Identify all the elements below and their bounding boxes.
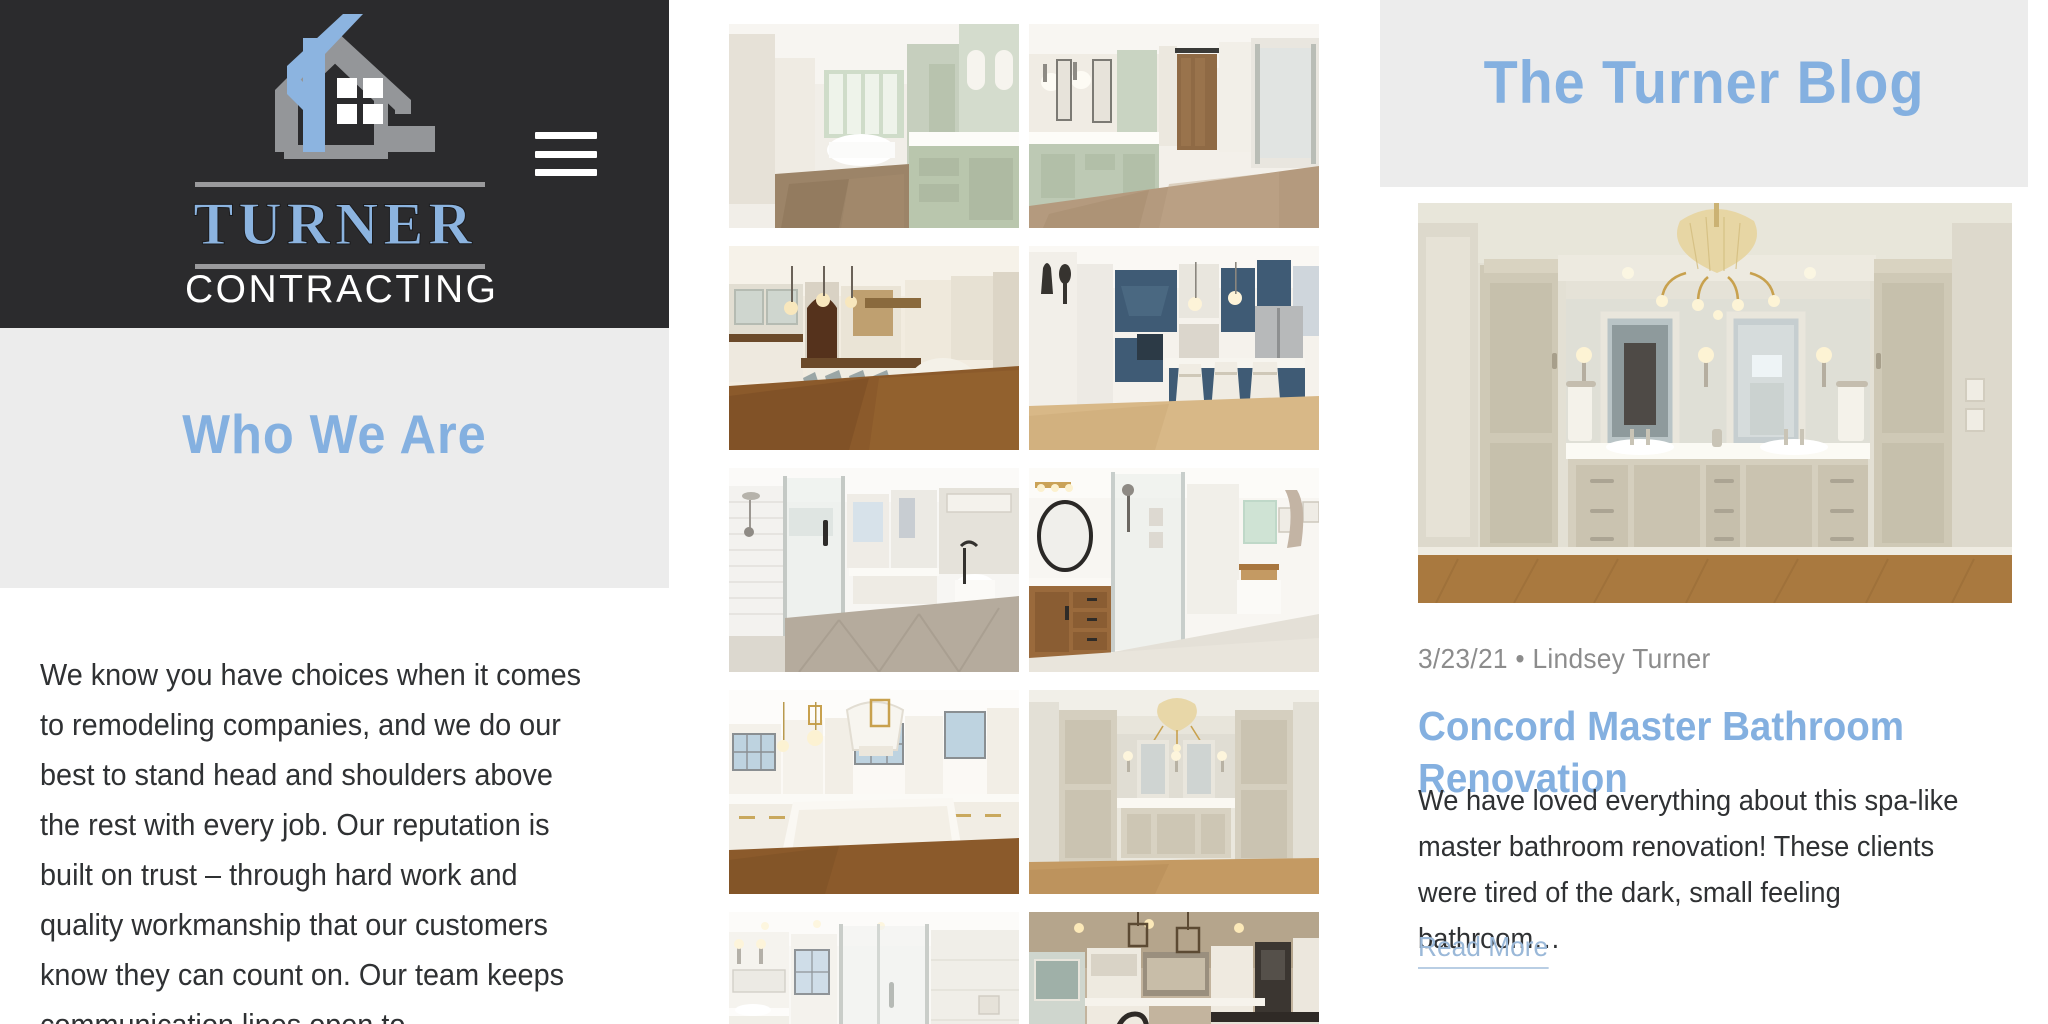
photo-bathroom-wood-vanity bbox=[1029, 468, 1319, 672]
blog-section-title: The Turner Blog bbox=[1483, 49, 1925, 116]
photo-bathroom-white-shower bbox=[729, 912, 1019, 1024]
gallery-tile[interactable] bbox=[1029, 468, 1319, 672]
gallery-tile[interactable] bbox=[1029, 912, 1319, 1024]
gallery-tile[interactable] bbox=[729, 912, 1019, 1024]
photo-bathroom-glass-shower bbox=[729, 468, 1019, 672]
gallery-tile[interactable] bbox=[729, 246, 1019, 450]
photo-blog-master-bathroom bbox=[1418, 203, 2012, 603]
gallery-tile[interactable] bbox=[1029, 246, 1319, 450]
photo-bathroom-tub bbox=[729, 24, 1019, 228]
page-root: TURNER CONTRACTING Who We Are We know yo… bbox=[0, 0, 2048, 1024]
logo-divider-top bbox=[195, 182, 485, 187]
project-photo-grid bbox=[729, 24, 1319, 1024]
photo-kitchen-warm-dark-counter bbox=[1029, 912, 1319, 1024]
house-roof-logo-icon bbox=[275, 14, 435, 159]
photo-kitchen-white-island bbox=[729, 690, 1019, 894]
about-paragraph: We know you have choices when it comes t… bbox=[40, 657, 582, 1024]
hamburger-bar-2 bbox=[535, 150, 597, 158]
gallery-tile[interactable] bbox=[729, 24, 1019, 228]
blog-featured-image[interactable] bbox=[1418, 203, 2012, 603]
blog-column: The Turner Blog 3/23/21 • Lindsey Turner… bbox=[1380, 0, 2048, 1024]
hamburger-menu-icon[interactable] bbox=[535, 132, 597, 176]
about-heading: Who We Are bbox=[182, 403, 487, 465]
photo-kitchen-island-wood bbox=[729, 246, 1019, 450]
site-header-bar: TURNER CONTRACTING bbox=[0, 0, 669, 328]
logo-brand-secondary: CONTRACTING bbox=[185, 268, 499, 311]
left-column: TURNER CONTRACTING Who We Are We know yo… bbox=[0, 0, 669, 1024]
hamburger-bar-3 bbox=[535, 169, 597, 176]
photo-kitchen-blue-cabinets bbox=[1029, 246, 1319, 450]
gallery-tile[interactable] bbox=[1029, 24, 1319, 228]
logo-brand-primary: TURNER bbox=[193, 191, 477, 258]
photo-bathroom-barndoor bbox=[1029, 24, 1319, 228]
site-logo[interactable]: TURNER CONTRACTING bbox=[185, 14, 499, 314]
gallery-tile[interactable] bbox=[729, 690, 1019, 894]
hamburger-bar-1 bbox=[535, 132, 597, 139]
gallery-column bbox=[729, 24, 1319, 1024]
gallery-tile[interactable] bbox=[1029, 690, 1319, 894]
gallery-tile[interactable] bbox=[729, 468, 1019, 672]
blog-post-meta: 3/23/21 • Lindsey Turner bbox=[1418, 643, 1711, 674]
read-more-link[interactable]: Read More bbox=[1418, 930, 1549, 969]
photo-bathroom-beige-chandelier bbox=[1029, 690, 1319, 894]
